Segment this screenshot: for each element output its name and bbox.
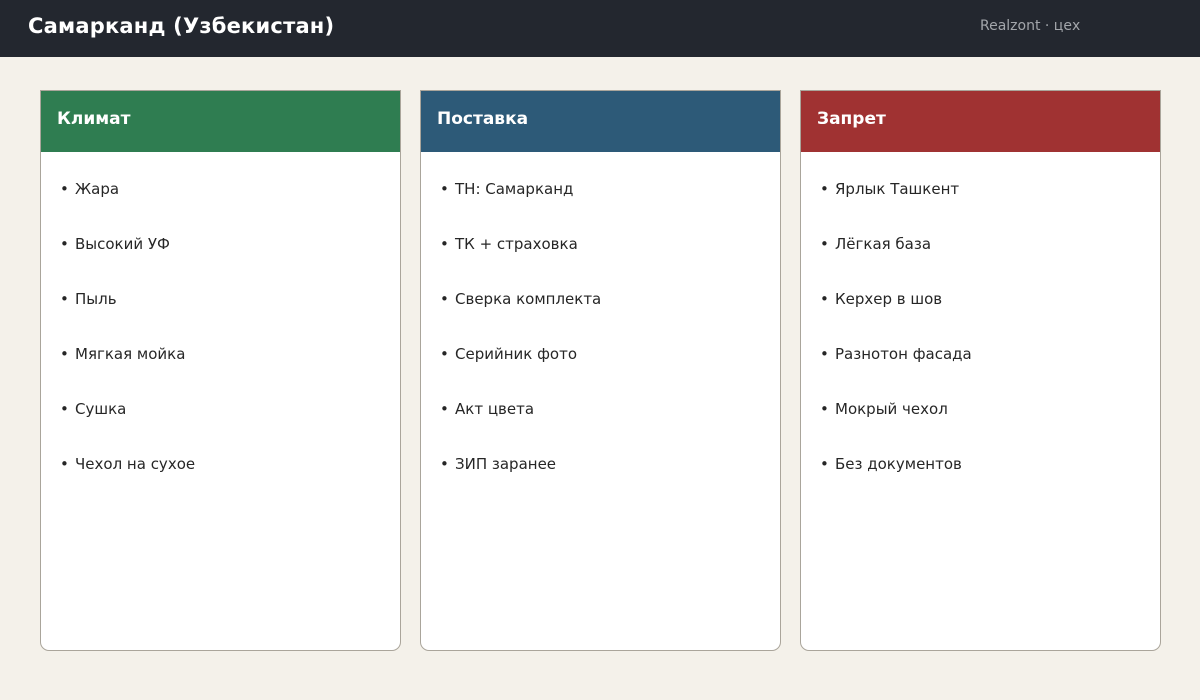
list-item-label: ТК + страховка <box>455 235 578 253</box>
list-item-label: Без документов <box>835 455 962 473</box>
list-item: • Серийник фото <box>421 345 780 400</box>
bullet-icon: • <box>440 180 449 198</box>
bullet-icon: • <box>820 345 829 363</box>
list-item: • Разнотон фасада <box>801 345 1160 400</box>
list-item: • Мягкая мойка <box>41 345 400 400</box>
card-climate: Климат • Жара • Высокий УФ • Пыль • Мягкая м… <box>40 90 401 651</box>
list-item: • Керхер в шов <box>801 290 1160 345</box>
top-bar: Самарканд (Узбекистан) Realzont · цех <box>0 0 1200 57</box>
list-item-label: Серийник фото <box>455 345 578 363</box>
list-item-label: ЗИП заранее <box>455 455 557 473</box>
list-item-label: Сверка комплекта <box>455 290 602 308</box>
bullet-icon: • <box>60 455 69 473</box>
bullet-icon: • <box>440 290 449 308</box>
card-header-delivery: Поставка <box>421 91 780 152</box>
list-item: • Лёгкая база <box>801 235 1160 290</box>
brand-label: Realzont · цех <box>980 18 1081 34</box>
card-list-delivery: • ТН: Самарканд • ТК + страховка • Сверка к… <box>421 152 780 510</box>
list-item: • Жара <box>41 180 400 235</box>
list-item-label: Высокий УФ <box>75 235 170 253</box>
list-item-label: Сушка <box>75 400 127 418</box>
list-item-label: Ярлык Ташкент <box>835 180 960 198</box>
list-item: • ТК + страховка <box>421 235 780 290</box>
bullet-icon: • <box>60 400 69 418</box>
card-list-prohibited: • Ярлык Ташкент • Лёгкая база • Керхер в шо… <box>801 152 1160 510</box>
list-item-label: Керхер в шов <box>835 290 943 308</box>
list-item-label: Акт цвета <box>455 400 535 418</box>
list-item: • Пыль <box>41 290 400 345</box>
bullet-icon: • <box>820 400 829 418</box>
list-item-label: Разнотон фасада <box>835 345 972 363</box>
bullet-icon: • <box>60 180 69 198</box>
card-list-climate: • Жара • Высокий УФ • Пыль • Мягкая мойка • С… <box>41 152 400 510</box>
list-item-label: Лёгкая база <box>835 235 932 253</box>
list-item: • Акт цвета <box>421 400 780 455</box>
list-item: • ЗИП заранее <box>421 455 780 510</box>
list-item: • Высокий УФ <box>41 235 400 290</box>
list-item: • Мокрый чехол <box>801 400 1160 455</box>
bullet-icon: • <box>820 235 829 253</box>
list-item: • Сверка комплекта <box>421 290 780 345</box>
bullet-icon: • <box>820 290 829 308</box>
list-item-label: Мокрый чехол <box>835 400 948 418</box>
list-item: • ТН: Самарканд <box>421 180 780 235</box>
list-item-label: Жара <box>75 180 120 198</box>
bullet-icon: • <box>60 345 69 363</box>
card-header-climate: Климат <box>41 91 400 152</box>
list-item-label: ТН: Самарканд <box>455 180 574 198</box>
card-delivery: Поставка • ТН: Самарканд • ТК + страховка … <box>420 90 781 651</box>
bullet-icon: • <box>820 455 829 473</box>
list-item: • Сушка <box>41 400 400 455</box>
card-prohibited: Запрет • Ярлык Ташкент • Лёгкая база • Керх… <box>800 90 1161 651</box>
list-item: • Без документов <box>801 455 1160 510</box>
list-item-label: Чехол на сухое <box>75 455 196 473</box>
list-item: • Ярлык Ташкент <box>801 180 1160 235</box>
list-item-label: Мягкая мойка <box>75 345 186 363</box>
bullet-icon: • <box>440 455 449 473</box>
bullet-icon: • <box>440 400 449 418</box>
bullet-icon: • <box>820 180 829 198</box>
bullet-icon: • <box>60 290 69 308</box>
bullet-icon: • <box>440 235 449 253</box>
bullet-icon: • <box>440 345 449 363</box>
page-title: Самарканд (Узбекистан) <box>28 14 335 38</box>
list-item: • Чехол на сухое <box>41 455 400 510</box>
list-item-label: Пыль <box>75 290 117 308</box>
card-header-prohibited: Запрет <box>801 91 1160 152</box>
bullet-icon: • <box>60 235 69 253</box>
